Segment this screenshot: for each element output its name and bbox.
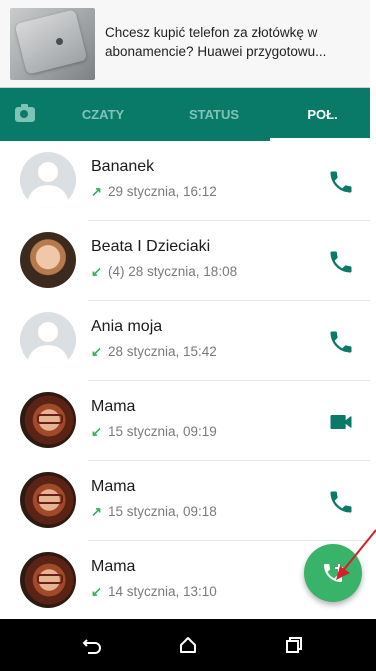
call-row[interactable]: Bananek ↗ 29 stycznia, 16:12	[0, 141, 370, 221]
outgoing-call-arrow-icon: ↗	[91, 184, 102, 199]
contact-name: Beata I Dzieciaki	[91, 238, 211, 255]
call-meta: ↗ 15 stycznia, 09:18	[91, 504, 217, 520]
tab-calls[interactable]: POŁ.	[275, 88, 370, 141]
tab-bar: CZATY STATUS POŁ.	[0, 88, 370, 141]
annotation-arrow-icon	[336, 529, 376, 580]
call-row[interactable]: Mama ↙ 15 stycznia, 09:19	[0, 381, 370, 461]
avatar[interactable]	[20, 392, 76, 448]
call-time: 15 stycznia, 09:19	[108, 424, 217, 439]
voice-call-icon[interactable]	[327, 168, 355, 196]
video-call-icon[interactable]	[327, 408, 355, 436]
notification-banner[interactable]: Chcesz kupić telefon za złotówkę w abona…	[0, 0, 370, 88]
recents-icon[interactable]	[278, 631, 306, 659]
outgoing-call-arrow-icon: ↗	[91, 504, 102, 519]
contact-name: Ania moja	[91, 318, 163, 335]
call-row[interactable]: Mama ↗ 15 stycznia, 09:18	[0, 461, 370, 541]
call-meta: ↙ (4) 28 stycznia, 18:08	[91, 264, 237, 280]
voice-call-icon[interactable]	[327, 328, 355, 356]
call-meta: ↙ 15 stycznia, 09:19	[91, 424, 217, 440]
call-meta: ↗ 29 stycznia, 16:12	[91, 184, 217, 200]
call-count: (4)	[108, 264, 125, 279]
contact-name: Mama	[91, 398, 136, 415]
back-icon[interactable]	[78, 631, 106, 659]
call-meta: ↙ 14 stycznia, 13:10	[91, 584, 217, 600]
contact-name: Bananek	[91, 158, 155, 175]
call-time: 28 stycznia, 18:08	[128, 264, 238, 279]
call-meta: ↙ 28 stycznia, 15:42	[91, 344, 217, 360]
call-row[interactable]: Beata I Dzieciaki ↙ (4) 28 stycznia, 18:0…	[0, 221, 370, 301]
avatar[interactable]	[20, 472, 76, 528]
notification-text: Chcesz kupić telefon za złotówkę w abona…	[105, 25, 327, 59]
tab-camera[interactable]	[8, 88, 42, 141]
tab-chats[interactable]: CZATY	[58, 88, 148, 141]
call-time: 14 stycznia, 13:10	[108, 584, 217, 599]
avatar[interactable]	[20, 152, 76, 208]
incoming-call-arrow-icon: ↙	[91, 424, 102, 439]
call-time: 29 stycznia, 16:12	[108, 184, 217, 199]
camera-icon	[15, 103, 35, 122]
tab-status[interactable]: STATUS	[170, 88, 258, 141]
avatar[interactable]	[20, 232, 76, 288]
voice-call-icon[interactable]	[327, 488, 355, 516]
call-time: 28 stycznia, 15:42	[108, 344, 217, 359]
call-row[interactable]: Ania moja ↙ 28 stycznia, 15:42	[0, 301, 370, 381]
call-time: 15 stycznia, 09:18	[108, 504, 217, 519]
notification-thumbnail	[10, 8, 95, 80]
contact-name: Mama	[91, 478, 136, 495]
home-icon[interactable]	[174, 631, 202, 659]
avatar[interactable]	[20, 312, 76, 368]
phone-screen: Chcesz kupić telefon za złotówkę w abona…	[0, 0, 376, 671]
contact-name: Mama	[91, 558, 136, 575]
voice-call-icon[interactable]	[327, 248, 355, 276]
incoming-call-arrow-icon: ↙	[91, 584, 102, 599]
android-navigation-bar	[0, 619, 376, 671]
incoming-call-arrow-icon: ↙	[91, 344, 102, 359]
avatar[interactable]	[20, 552, 76, 608]
call-list: Bananek ↗ 29 stycznia, 16:12 Beata I Dzie…	[0, 141, 370, 619]
incoming-call-arrow-icon: ↙	[91, 264, 102, 279]
